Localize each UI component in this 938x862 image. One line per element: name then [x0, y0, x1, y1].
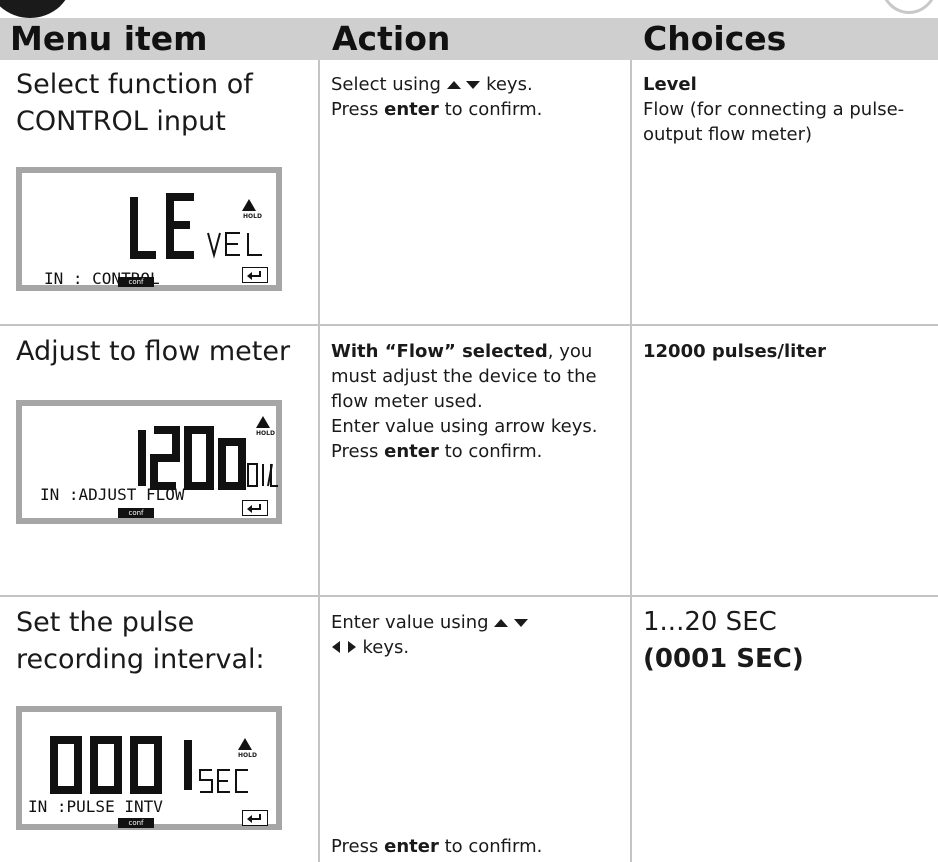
hold-icon: HOLD: [256, 430, 275, 437]
choices-text: Level Flow (for connecting a pulse-outpu…: [643, 72, 933, 147]
action-text-part: Enter value using: [331, 612, 489, 633]
conf-indicator: conf: [118, 277, 154, 287]
column-divider: [630, 60, 632, 862]
action-text: With “Flow” selected, you must adjust th…: [331, 339, 626, 464]
action-text: Select using keys. Press enter to confir…: [331, 72, 626, 122]
menu-item-line: recording interval:: [16, 644, 265, 675]
column-divider: [318, 60, 320, 862]
right-arrow-icon: [347, 641, 356, 653]
up-arrow-icon: [494, 619, 509, 627]
action-text-part: Press: [331, 99, 379, 120]
row-divider: [0, 324, 938, 326]
enter-icon: [242, 810, 268, 826]
menu-item-text: Adjust to flow meter: [16, 336, 291, 367]
choice-default: 12000 pulses/liter: [643, 341, 826, 362]
left-arrow-icon: [332, 641, 340, 653]
section-marker-light: [880, 0, 938, 14]
header-menu-item: Menu item: [10, 19, 208, 58]
choices-text: 1...20 SEC (0001 SEC): [643, 604, 933, 678]
action-text: Enter value using keys.: [331, 610, 626, 660]
row-divider: [0, 595, 938, 597]
action-text-part: to confirm.: [444, 836, 543, 857]
hold-icon: HOLD: [238, 752, 257, 759]
action-emphasis: With “Flow” selected: [331, 341, 548, 362]
enter-key-label: enter: [384, 99, 439, 120]
action-text-part: Select using: [331, 74, 441, 95]
action-text-part: Enter value using arrow keys.: [331, 416, 598, 437]
lcd-bottom-text: IN :PULSE INTV: [28, 797, 163, 816]
choice-default: (0001 SEC): [643, 644, 804, 674]
action-confirm-text: Press enter to confirm.: [331, 834, 626, 859]
enter-key-label: enter: [384, 836, 439, 857]
down-arrow-icon: [466, 81, 481, 89]
action-text-part: to confirm.: [444, 99, 543, 120]
choice-default: Level: [643, 74, 697, 95]
lcd-bottom-text: IN :ADJUST FLOW: [40, 485, 185, 504]
header-choices: Choices: [643, 19, 787, 58]
hold-icon: HOLD: [243, 213, 262, 220]
menu-item-text: Select function of CONTROL input: [16, 69, 253, 137]
enter-key-label: enter: [384, 441, 439, 462]
down-arrow-icon: [514, 619, 529, 627]
choices-text: 12000 pulses/liter: [643, 339, 933, 364]
action-text-part: to confirm.: [444, 441, 543, 462]
choice-option: Flow (for connecting a pulse-output flow…: [643, 99, 905, 145]
action-text-part: Press: [331, 441, 379, 462]
up-arrow-icon: [446, 81, 461, 89]
conf-indicator: conf: [118, 508, 154, 518]
choice-range: 1...20 SEC: [643, 607, 777, 637]
conf-indicator: conf: [118, 818, 154, 828]
action-text-part: keys.: [362, 637, 410, 658]
lcd-display: IN :ADJUST FLOW HOLD conf: [16, 400, 282, 524]
menu-item-text: Set the pulse recording interval:: [16, 604, 316, 678]
lcd-display: IN : CONTROL HOLD conf: [16, 167, 282, 291]
lcd-display: IN :PULSE INTV HOLD conf: [16, 706, 282, 830]
menu-item-line: Set the pulse: [16, 607, 195, 638]
section-marker-dark: [0, 0, 72, 18]
action-text-part: Press: [331, 836, 379, 857]
action-text-part: keys.: [486, 74, 533, 95]
enter-icon: [242, 500, 268, 516]
header-action: Action: [332, 19, 451, 58]
enter-icon: [242, 267, 268, 283]
